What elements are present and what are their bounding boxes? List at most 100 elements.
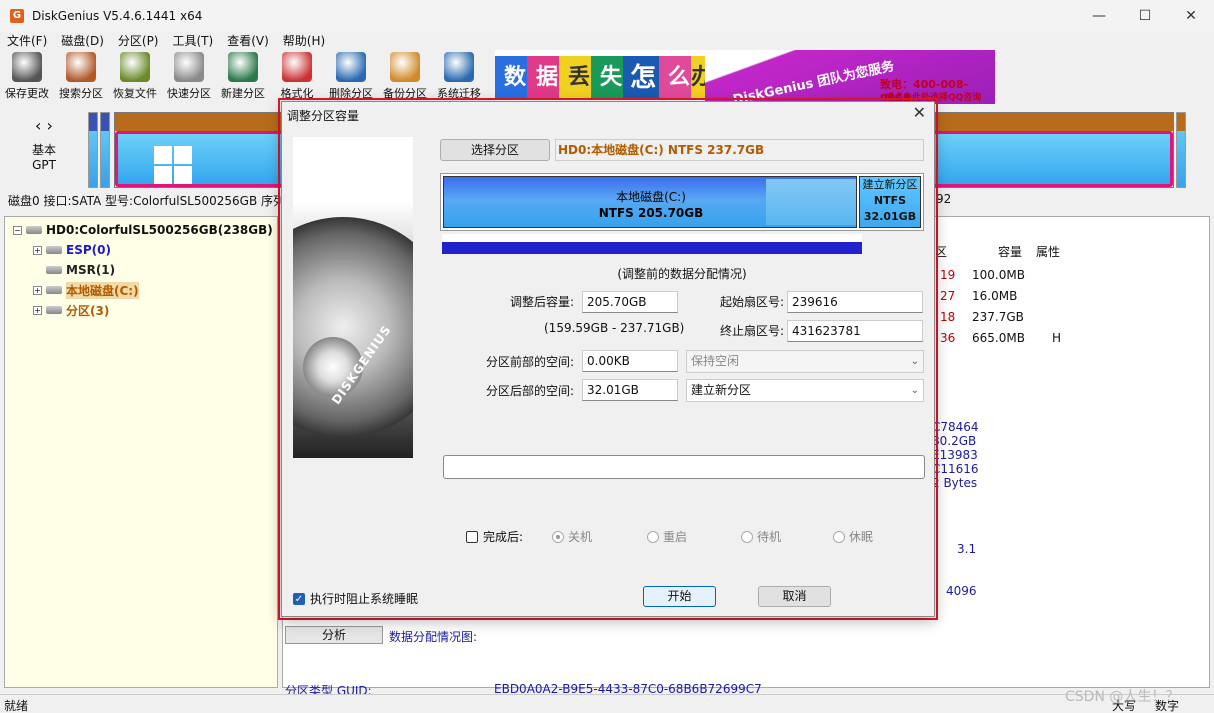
table-cell-sector: 18 xyxy=(940,310,956,324)
title-bar: G DiskGenius V5.4.6.1441 x64 — ☐ ✕ xyxy=(0,0,1214,32)
toolbar-button[interactable]: 快速分区 xyxy=(162,50,216,104)
new-partition-fs: NTFS xyxy=(873,194,907,207)
window-title: DiskGenius V5.4.6.1441 x64 xyxy=(32,9,203,23)
detail-value: 2 Bytes xyxy=(932,476,978,490)
expand-icon[interactable]: + xyxy=(33,305,42,315)
before-space-input[interactable]: 0.00KB xyxy=(582,350,678,372)
disk-info-right: 92 xyxy=(936,192,952,206)
table-cell-capacity: 665.0MB xyxy=(972,331,1025,345)
hard-drive-illustration: DISKGENIUS xyxy=(293,137,413,458)
close-window-button[interactable]: ✕ xyxy=(1168,0,1214,32)
analyze-button[interactable]: 分析 xyxy=(285,626,383,644)
table-cell-capacity: 100.0MB xyxy=(972,268,1025,282)
recover-icon xyxy=(120,52,150,82)
minimize-button[interactable]: — xyxy=(1076,0,1122,32)
chevron-down-icon: ⌄ xyxy=(910,356,919,367)
toolbar-button-label: 快速分区 xyxy=(167,87,211,100)
dialog-close-icon[interactable]: ✕ xyxy=(913,103,926,122)
menu-file[interactable]: 文件(F) xyxy=(0,32,54,50)
radio-label: 关机 xyxy=(568,530,593,544)
start-sector-label: 起始扇区号: xyxy=(719,295,784,309)
toolbar-button[interactable]: 恢复文件 xyxy=(108,50,162,104)
toolbar-button[interactable]: 备份分区 xyxy=(378,50,432,104)
radio-icon xyxy=(647,530,659,543)
new-partition-icon xyxy=(228,52,258,82)
start-button[interactable]: 开始 xyxy=(643,586,716,607)
table-header-capacity: 容量 xyxy=(998,245,1023,259)
new-partition-size: 32.01GB xyxy=(863,210,917,223)
ad-banner[interactable]: 数 据 丢 失 怎 么 办 DiskGenius 团队为您服务 致电：400-0… xyxy=(495,50,995,104)
new-partition-block[interactable]: 建立新分区 NTFS 32.01GB xyxy=(859,176,921,228)
tree-item[interactable]: + 本地磁盘(C:) xyxy=(33,281,139,299)
after-space-select[interactable]: 建立新分区 ⌄ xyxy=(686,379,924,402)
toolbar-button[interactable]: 新建分区 xyxy=(216,50,270,104)
data-distribution-strip xyxy=(442,234,862,254)
tree-item[interactable]: MSR(1) xyxy=(33,261,115,279)
search-icon xyxy=(66,52,96,82)
banner-char: 办 xyxy=(691,56,713,100)
menu-disk[interactable]: 磁盘(D) xyxy=(54,32,111,50)
radio-icon xyxy=(741,530,753,543)
size-input[interactable]: 205.70GB xyxy=(582,291,678,313)
menu-view[interactable]: 查看(V) xyxy=(220,32,276,50)
radio-hibernate: 休眠 xyxy=(833,528,873,545)
detail-value: 3.1 xyxy=(957,542,977,556)
dialog-title: 调整分区容量 xyxy=(287,109,360,123)
after-space-input[interactable]: 32.01GB xyxy=(582,379,678,401)
menu-partition[interactable]: 分区(P) xyxy=(111,32,166,50)
migrate-icon xyxy=(444,52,474,82)
toolbar-button[interactable]: 删除分区 xyxy=(324,50,378,104)
size-range: (159.59GB - 237.71GB) xyxy=(544,321,685,335)
toolbar-button-label: 新建分区 xyxy=(221,87,265,100)
toolbar-button[interactable]: 保存更改 xyxy=(0,50,54,104)
partition-icon xyxy=(46,246,62,254)
tree-item[interactable]: + ESP(0) xyxy=(33,241,111,259)
table-cell-capacity: 237.7GB xyxy=(972,310,1024,324)
toolbar-button[interactable]: 系统迁移 xyxy=(432,50,486,104)
collapse-icon[interactable]: − xyxy=(13,225,22,235)
toolbar-button[interactable]: 搜索分区 xyxy=(54,50,108,104)
tree-root[interactable]: − HD0:ColorfulSL500256GB(238GB) xyxy=(13,221,273,239)
status-bar: 就绪 大写 数字 xyxy=(0,694,1214,713)
cancel-button[interactable]: 取消 xyxy=(758,586,831,607)
watermark: CSDN @人生！？ xyxy=(1065,689,1180,705)
tree-item-label: ESP(0) xyxy=(66,243,111,257)
checkbox-icon[interactable] xyxy=(466,530,478,543)
partition-icon xyxy=(46,266,62,274)
expand-icon[interactable]: + xyxy=(33,245,42,255)
menu-bar: 文件(F) 磁盘(D) 分区(P) 工具(T) 查看(V) 帮助(H) xyxy=(0,32,1214,50)
disk-nav-arrows[interactable]: ‹ › xyxy=(24,116,64,135)
checkmark-icon[interactable]: ✓ xyxy=(293,592,305,605)
table-cell-sector: 36 xyxy=(940,331,956,345)
menu-help[interactable]: 帮助(H) xyxy=(276,32,332,50)
msr-segment[interactable] xyxy=(100,112,110,188)
delete-icon xyxy=(336,52,366,82)
recovery-segment[interactable] xyxy=(1176,112,1186,188)
expand-icon[interactable]: + xyxy=(33,285,42,295)
after-complete-checkbox[interactable]: 完成后: xyxy=(466,528,523,545)
disk-type-line2: GPT xyxy=(32,158,56,172)
selected-partition-text: HD0:本地磁盘(C:) NTFS 237.7GB xyxy=(555,139,924,161)
table-cell-attr: H xyxy=(1052,331,1062,345)
toolbar-button[interactable]: 格式化 xyxy=(270,50,324,104)
tree-item[interactable]: + 分区(3) xyxy=(33,301,109,319)
disk-nav: ‹ › 基本 GPT xyxy=(24,116,64,172)
expand-icon[interactable] xyxy=(33,266,42,275)
maximize-button[interactable]: ☐ xyxy=(1122,0,1168,32)
esp-segment[interactable] xyxy=(88,112,98,188)
start-sector-input[interactable]: 239616 xyxy=(787,291,923,313)
select-partition-button[interactable]: 选择分区 xyxy=(440,139,550,161)
prevent-sleep-checkbox[interactable]: ✓ 执行时阻止系统睡眠 xyxy=(293,590,418,607)
radio-label: 待机 xyxy=(757,530,782,544)
resize-partition-dialog: 调整分区容量 ✕ DISKGENIUS 选择分区 HD0:本地磁盘(C:) NT… xyxy=(281,101,935,617)
radio-restart: 重启 xyxy=(647,528,687,545)
menu-tools[interactable]: 工具(T) xyxy=(166,32,221,50)
disk-tree: − HD0:ColorfulSL500256GB(238GB) + ESP(0) M… xyxy=(4,216,278,688)
banner-char: 怎 xyxy=(623,56,663,100)
resize-partition-bar[interactable]: 本地磁盘(C:) NTFS 205.70GB 建立新分区 NTFS 32.01G… xyxy=(440,173,924,231)
end-sector-input[interactable]: 431623781 xyxy=(787,320,923,342)
detail-value: E13983 xyxy=(932,448,978,462)
partition-icon xyxy=(46,306,62,314)
c-partition-block[interactable]: 本地磁盘(C:) NTFS 205.70GB xyxy=(443,176,857,228)
disk-type-line1: 基本 xyxy=(31,143,56,157)
